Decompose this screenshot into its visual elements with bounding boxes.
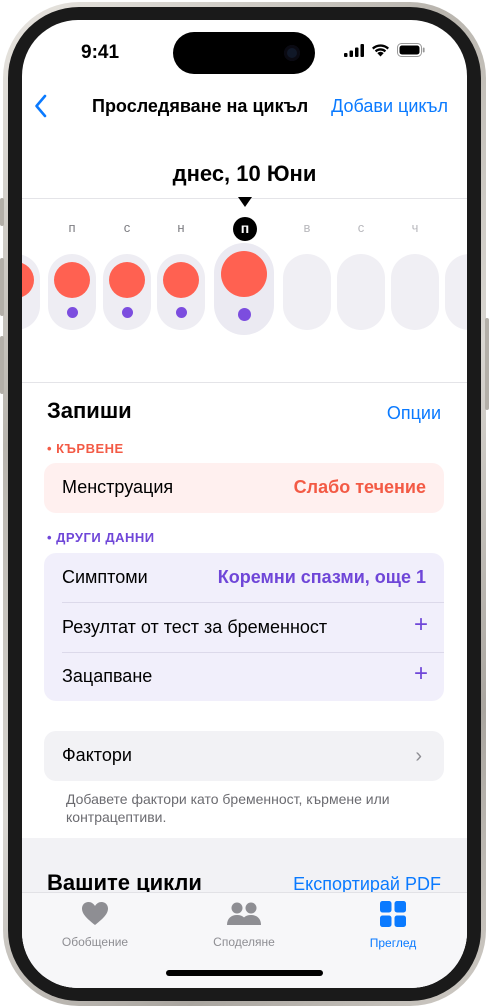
screen: 9:41 Проследяване на цикъл Добави цикъл … — [22, 20, 467, 988]
other-data-card: Симптоми Коремни спазми, още 1 Резултат … — [44, 553, 444, 701]
pregnancy-test-label: Резултат от тест за бременност — [62, 617, 328, 637]
day-letter: с — [123, 220, 131, 235]
nav-bar: Проследяване на цикъл Добави цикъл — [22, 88, 467, 128]
today-pointer-icon — [238, 197, 252, 207]
back-chevron-icon[interactable] — [34, 94, 48, 118]
pregnancy-test-row[interactable]: Резултат от тест за бременност + — [44, 603, 444, 652]
menstruation-value: Слабо течение — [293, 477, 426, 497]
factors-row-content: Фактори › — [44, 731, 444, 780]
symptom-dot — [175, 307, 187, 318]
status-time: 9:41 — [81, 42, 120, 63]
tab-summary-label: Обобщение — [61, 935, 129, 949]
symptom-dot — [66, 307, 78, 318]
people-icon — [227, 902, 261, 925]
add-pregnancy-test-plus-icon[interactable]: + — [414, 613, 428, 637]
heart-icon — [82, 902, 108, 925]
tab-browse-label: Преглед — [369, 936, 417, 950]
menstruation-row-content: Менструация Слабо течение — [44, 463, 444, 512]
power-button — [485, 318, 489, 410]
day-letter: п — [22, 220, 28, 235]
volume-down-button — [0, 336, 4, 394]
battery-icon — [397, 43, 425, 57]
factors-footnote: Добавете фактори като бременност, кърмен… — [66, 791, 390, 825]
spotting-row[interactable]: Зацапване + — [44, 652, 444, 701]
day-letter: в — [303, 220, 311, 235]
factors-row[interactable]: Фактори › — [44, 731, 444, 781]
day-letter: с — [357, 220, 365, 235]
page-title: Проследяване на цикъл — [92, 96, 309, 116]
day-pill-today[interactable] — [214, 243, 274, 335]
tab-browse[interactable]: Преглед — [338, 901, 448, 950]
tab-summary[interactable]: Обобщение — [40, 901, 150, 949]
period-flow-dot — [221, 251, 267, 297]
add-spotting-plus-icon[interactable]: + — [414, 662, 428, 686]
symptoms-row[interactable]: Симптоми Коремни спазми, още 1 — [44, 553, 444, 602]
today-day-letter: п — [233, 217, 257, 241]
symptom-dot — [237, 308, 251, 321]
home-indicator — [166, 970, 323, 976]
status-icons — [344, 43, 425, 57]
volume-up-button — [0, 258, 4, 316]
period-flow-dot — [22, 262, 34, 298]
day-pill[interactable] — [103, 254, 151, 330]
day-pill[interactable] — [48, 254, 96, 330]
add-cycle-button[interactable]: Добави цикъл — [331, 96, 448, 117]
section-divider — [22, 382, 467, 383]
menstruation-row[interactable]: Менструация Слабо течение — [44, 463, 444, 513]
spotting-label: Зацапване — [62, 666, 153, 686]
bleeding-group-label: • КЪРВЕНЕ — [47, 441, 124, 456]
period-flow-dot — [109, 262, 145, 298]
day-pill[interactable] — [283, 254, 331, 330]
log-section-title: Запиши — [47, 398, 132, 423]
symptom-dot — [121, 307, 133, 318]
day-letter: ч — [411, 220, 419, 235]
status-bar: 9:41 — [22, 20, 467, 78]
date-header: днес, 10 Юни — [172, 161, 317, 186]
options-button[interactable]: Опции — [387, 403, 441, 424]
day-pill[interactable] — [22, 254, 40, 330]
menstruation-label: Менструация — [62, 477, 174, 497]
period-flow-dot — [54, 262, 90, 298]
day-letter: н — [177, 220, 185, 235]
action-button — [0, 198, 4, 226]
symptoms-value: Коремни спазми, още 1 — [217, 567, 426, 587]
factors-label: Фактори — [62, 745, 132, 765]
camera-icon — [284, 45, 300, 61]
other-data-group-label: • ДРУГИ ДАННИ — [47, 530, 155, 545]
dynamic-island — [173, 32, 315, 74]
tab-sharing[interactable]: Споделяне — [189, 901, 299, 949]
symptoms-label: Симптоми — [62, 567, 148, 587]
day-pill[interactable] — [445, 254, 467, 330]
chevron-right-icon: › — [415, 745, 422, 767]
day-pill[interactable] — [391, 254, 439, 330]
day-pill[interactable] — [157, 254, 205, 330]
tab-sharing-label: Споделяне — [213, 935, 275, 949]
grid-icon — [380, 901, 406, 927]
period-flow-dot — [163, 262, 199, 298]
signal-icon — [344, 43, 364, 57]
wifi-icon — [372, 44, 389, 57]
day-pill[interactable] — [337, 254, 385, 330]
day-letter: п — [68, 220, 76, 235]
